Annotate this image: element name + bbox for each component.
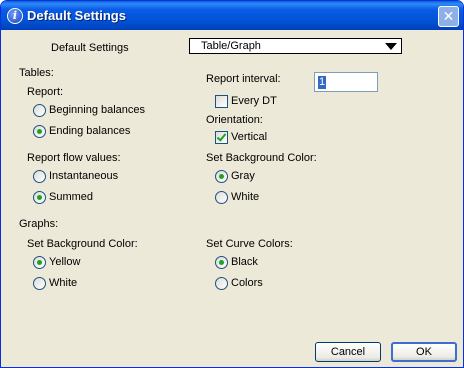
radio-curve-colors[interactable] — [215, 277, 228, 290]
summed-label[interactable]: Summed — [49, 191, 93, 204]
radio-graph-bg-yellow[interactable] — [33, 256, 46, 269]
graph-bg-white-label[interactable]: White — [49, 277, 77, 290]
vertical-checkbox[interactable] — [215, 131, 228, 144]
radio-summed[interactable] — [33, 191, 46, 204]
report-flow-label: Report flow values: — [27, 152, 121, 164]
instantaneous-label[interactable]: Instantaneous — [49, 170, 118, 183]
curve-colors-option-label[interactable]: Colors — [231, 277, 263, 290]
ending-balances-label[interactable]: Ending balances — [49, 125, 130, 138]
every-dt-checkbox[interactable] — [215, 95, 228, 108]
tables-heading: Tables: — [19, 67, 54, 79]
close-button[interactable]: ✕ — [438, 6, 459, 27]
table-bg-gray-label[interactable]: Gray — [231, 170, 255, 183]
chevron-down-icon[interactable] — [385, 43, 397, 50]
radio-graph-bg-white[interactable] — [33, 277, 46, 290]
graphs-heading: Graphs: — [19, 218, 59, 230]
radio-curve-black[interactable] — [215, 256, 228, 269]
default-settings-label: Default Settings — [51, 42, 129, 54]
title-bar[interactable]: i Default Settings ✕ — [1, 1, 463, 30]
dialog-window: i Default Settings ✕ Default Settings Ta… — [0, 0, 464, 368]
report-interval-label: Report interval: — [206, 73, 281, 85]
radio-beginning-balances[interactable] — [33, 104, 46, 117]
settings-dropdown[interactable]: Table/Graph — [189, 38, 402, 54]
curve-black-label[interactable]: Black — [231, 256, 258, 269]
vertical-label[interactable]: Vertical — [231, 131, 267, 144]
curve-colors-label: Set Curve Colors: — [206, 238, 293, 250]
info-icon: i — [7, 8, 23, 24]
ok-button[interactable]: OK — [391, 342, 457, 362]
table-bg-white-label[interactable]: White — [231, 191, 259, 204]
radio-table-bg-white[interactable] — [215, 191, 228, 204]
radio-instantaneous[interactable] — [33, 170, 46, 183]
cancel-button[interactable]: Cancel — [315, 342, 381, 362]
every-dt-label[interactable]: Every DT — [231, 95, 277, 108]
window-title: Default Settings — [27, 8, 126, 23]
dropdown-value: Table/Graph — [201, 40, 261, 52]
report-interval-value: 1 — [318, 76, 327, 89]
table-background-label: Set Background Color: — [206, 152, 317, 164]
radio-ending-balances[interactable] — [33, 125, 46, 138]
report-interval-input[interactable]: 1 — [314, 72, 378, 92]
graph-background-label: Set Background Color: — [27, 238, 138, 250]
graph-bg-yellow-label[interactable]: Yellow — [49, 256, 80, 269]
orientation-label: Orientation: — [206, 114, 263, 126]
beginning-balances-label[interactable]: Beginning balances — [49, 104, 145, 117]
report-label: Report: — [27, 86, 64, 98]
radio-table-bg-gray[interactable] — [215, 170, 228, 183]
